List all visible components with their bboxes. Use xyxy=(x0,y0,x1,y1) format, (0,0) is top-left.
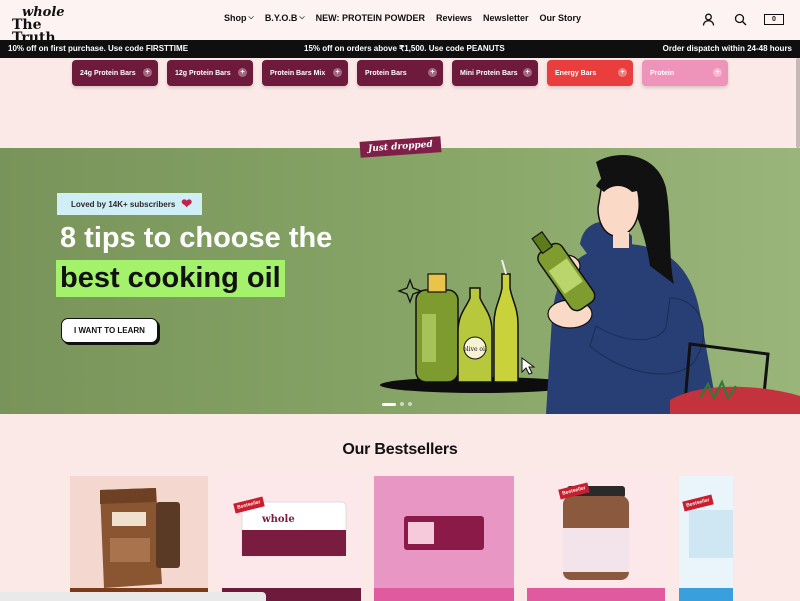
announcement-bar: 10% off on first purchase. Use code FIRS… xyxy=(0,40,800,58)
category-chip[interactable]: Energy Bars + xyxy=(547,60,633,86)
site-header: whole The Truth Shop ⌵ B.Y.O.B ⌵ NEW: PR… xyxy=(0,0,800,45)
nav-label: Newsletter xyxy=(483,13,529,23)
nav-label: NEW: PROTEIN POWDER xyxy=(315,13,425,23)
section-title: Our Bestsellers xyxy=(342,441,458,458)
product-card[interactable]: Bestseller xyxy=(679,476,733,601)
category-label: Mini Protein Bars xyxy=(460,69,518,77)
svg-text:whole: whole xyxy=(261,514,295,525)
announcement-3: Order dispatch within 24-48 hours xyxy=(662,44,792,53)
category-label: Protein Bars Mix xyxy=(270,69,326,77)
category-chip[interactable]: 12g Protein Bars + xyxy=(167,60,253,86)
user-icon[interactable] xyxy=(700,11,716,27)
announcement-1: 10% off on first purchase. Use code FIRS… xyxy=(8,44,189,53)
chevron-down-icon: ⌵ xyxy=(299,14,305,21)
nav-item-our-story[interactable]: Our Story xyxy=(540,13,582,23)
product-card[interactable]: Bestseller xyxy=(527,476,665,601)
nav-item-shop[interactable]: Shop ⌵ xyxy=(224,13,254,23)
product-image xyxy=(70,488,208,601)
product-image: whole xyxy=(222,501,361,601)
person-neck xyxy=(613,232,629,248)
carousel-dot-active[interactable] xyxy=(382,402,396,406)
plus-icon: + xyxy=(523,68,532,77)
category-chip[interactable]: 24g Protein Bars + xyxy=(72,60,158,86)
nav-item-byob[interactable]: B.Y.O.B ⌵ xyxy=(265,13,305,23)
brand-logo[interactable]: whole The Truth xyxy=(12,6,74,45)
oil-bottle xyxy=(493,259,519,383)
search-icon[interactable] xyxy=(732,11,748,27)
plus-icon: + xyxy=(618,68,627,77)
header-actions: 0 xyxy=(700,11,784,27)
product-image xyxy=(374,516,514,601)
category-chip[interactable]: Mini Protein Bars + xyxy=(452,60,538,86)
plus-icon: + xyxy=(428,68,437,77)
social-proof-text: Loved by 14K+ subscribers xyxy=(71,199,176,209)
category-label: 24g Protein Bars xyxy=(80,69,136,77)
nav-item-protein-powder[interactable]: NEW: PROTEIN POWDER xyxy=(316,13,425,23)
category-label: 12g Protein Bars xyxy=(175,69,231,77)
carousel-dots xyxy=(382,402,412,406)
nav-label: Shop xyxy=(224,13,247,23)
cart-count: 0 xyxy=(772,15,776,23)
social-proof-badge: Loved by 14K+ subscribers ❤ xyxy=(57,193,203,215)
oil-bottle: olive oil xyxy=(457,287,493,383)
hero-illustration: olive oil xyxy=(380,154,800,414)
chevron-down-icon: ⌵ xyxy=(248,14,254,21)
nav-label: Our Story xyxy=(539,13,582,23)
bottle-label: olive oil xyxy=(463,346,487,353)
category-label: Protein Bars xyxy=(365,69,407,77)
nav-item-reviews[interactable]: Reviews xyxy=(436,13,472,23)
category-label: Energy Bars xyxy=(555,69,597,77)
product-card[interactable] xyxy=(374,476,514,601)
nav-item-newsletter[interactable]: Newsletter xyxy=(483,13,529,23)
announcement-2: 15% off on orders above ₹1,500. Use code… xyxy=(304,44,505,53)
learn-more-button[interactable]: I WANT TO LEARN xyxy=(61,318,158,343)
plus-icon: + xyxy=(713,68,722,77)
category-label: Protein xyxy=(650,69,675,77)
product-card[interactable]: whole Bestseller xyxy=(222,476,361,601)
oil-bottle xyxy=(415,273,459,383)
cursor-icon xyxy=(521,357,536,375)
nav-label: B.Y.O.B xyxy=(264,13,298,23)
plus-icon: + xyxy=(333,68,342,77)
category-chip[interactable]: Protein Bars Mix + xyxy=(262,60,348,86)
plus-icon: + xyxy=(143,68,152,77)
main-nav: Shop ⌵ B.Y.O.B ⌵ NEW: PROTEIN POWDER Rev… xyxy=(224,13,581,23)
category-chips: 24g Protein Bars + 12g Protein Bars + Pr… xyxy=(72,60,728,86)
plus-icon: + xyxy=(238,68,247,77)
product-image xyxy=(527,486,665,601)
browser-status-bar xyxy=(0,592,266,601)
heart-icon: ❤ xyxy=(181,196,193,211)
product-card[interactable] xyxy=(70,476,208,601)
hero-heading-line-1: 8 tips to choose the xyxy=(60,222,333,254)
carousel-dot[interactable] xyxy=(408,402,412,406)
hero-heading-line-2: best cooking oil xyxy=(56,260,285,297)
category-chip[interactable]: Protein + xyxy=(642,60,728,86)
nav-label: Reviews xyxy=(435,13,473,23)
scrollbar-thumb[interactable] xyxy=(796,58,800,148)
carousel-dot[interactable] xyxy=(400,402,404,406)
cart-icon[interactable]: 0 xyxy=(764,13,784,25)
category-chip[interactable]: Protein Bars + xyxy=(357,60,443,86)
